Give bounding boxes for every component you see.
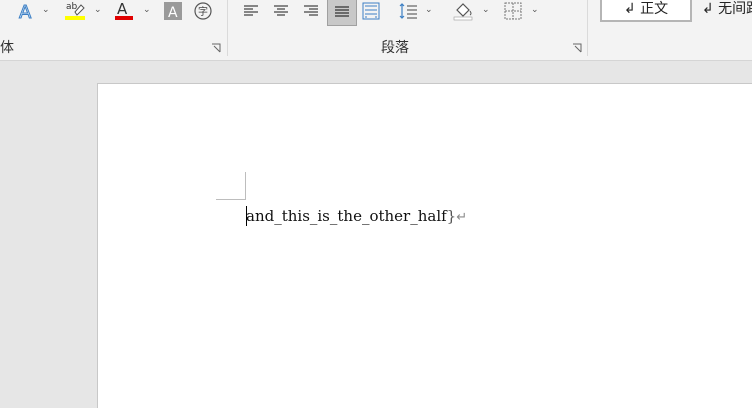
font-dialog-launcher-icon[interactable] (211, 43, 221, 53)
svg-text:字: 字 (198, 5, 208, 18)
style-normal[interactable]: ↲ 正文 (600, 0, 692, 22)
align-left-button[interactable] (240, 0, 262, 22)
line-spacing-button[interactable] (396, 0, 420, 22)
highlight-dropdown-icon[interactable]: ⌄ (94, 5, 102, 15)
character-shading-button[interactable]: A (162, 0, 184, 22)
document-text[interactable]: and_this_is_the_other_half (246, 207, 447, 225)
paragraph-mark-icon: ↵ (456, 210, 468, 225)
text-effects-icon: A (19, 2, 33, 22)
ribbon: A ⌄ ab ⌄ A ⌄ A 字 体 ⌄ ⌄ ⌄ 段落 ↲ 正文 ↲ 无间 (0, 0, 752, 61)
text-effects-dropdown-icon[interactable]: ⌄ (42, 5, 50, 15)
margin-crop-mark (216, 199, 245, 200)
borders-button[interactable] (502, 0, 524, 22)
text-effects-button[interactable]: A (14, 0, 38, 22)
group-divider (587, 0, 588, 56)
shading-button[interactable] (451, 0, 475, 22)
highlight-color-button[interactable]: ab (62, 0, 88, 22)
justify-button[interactable] (327, 0, 357, 26)
document-text-line[interactable]: and_this_is_the_other_half}↵ (246, 206, 467, 228)
shading-dropdown-icon[interactable]: ⌄ (482, 5, 490, 15)
enclose-characters-icon: 字 (194, 2, 212, 20)
align-left-icon (244, 5, 258, 16)
distributed-icon (362, 2, 380, 20)
paint-bucket-icon (453, 3, 473, 21)
align-center-button[interactable] (270, 0, 292, 22)
borders-dropdown-icon[interactable]: ⌄ (531, 5, 539, 15)
text-cursor (246, 206, 247, 226)
font-color-button[interactable]: A (112, 0, 136, 22)
align-right-icon (304, 5, 318, 16)
justify-icon (335, 6, 349, 17)
paragraph-group-label: 段落 (381, 40, 409, 56)
font-color-icon: A (115, 0, 133, 20)
document-page[interactable] (97, 83, 752, 408)
style-normal-label: ↲ 正文 (624, 1, 669, 17)
distributed-button[interactable] (360, 0, 382, 22)
margin-crop-mark (245, 172, 246, 200)
highlighter-icon: ab (65, 2, 85, 20)
align-center-icon (274, 5, 288, 16)
svg-text:A: A (19, 2, 32, 21)
line-spacing-dropdown-icon[interactable]: ⌄ (425, 5, 433, 15)
line-spacing-icon (399, 3, 417, 19)
field-brace: } (446, 207, 457, 225)
svg-text:A: A (117, 0, 128, 18)
style-no-spacing[interactable]: ↲ 无间距 (696, 0, 752, 20)
align-right-button[interactable] (300, 0, 322, 22)
group-divider (227, 0, 228, 56)
font-group-label: 体 (0, 40, 14, 56)
font-color-dropdown-icon[interactable]: ⌄ (143, 5, 151, 15)
paragraph-dialog-launcher-icon[interactable] (572, 43, 582, 53)
borders-icon (504, 2, 522, 20)
style-no-spacing-label: ↲ 无间距 (702, 1, 752, 17)
enclose-characters-button[interactable]: 字 (192, 0, 214, 22)
character-shading-icon: A (164, 2, 182, 20)
svg-text:A: A (168, 5, 178, 20)
